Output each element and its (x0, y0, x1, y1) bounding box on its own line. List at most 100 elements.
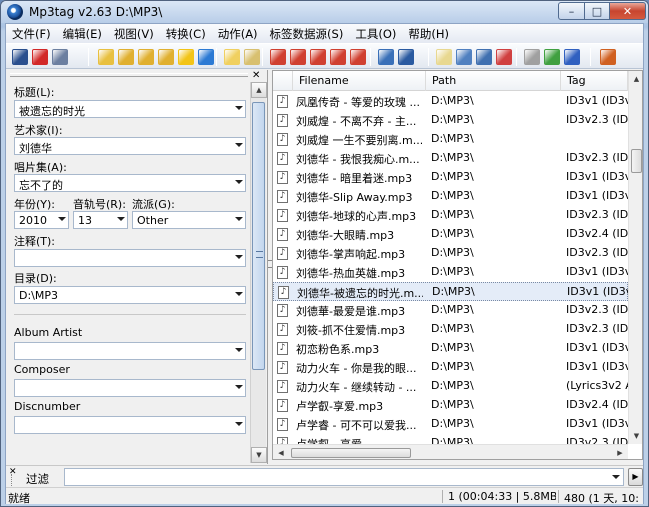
edit-icon[interactable] (436, 49, 452, 65)
file-row[interactable]: ♪ 刘德华 - 我恨我痴心.m... D:\MP3\ ID3v2.3 (ID3v (273, 149, 628, 168)
title-bar[interactable]: Mp3tag v2.63 D:\MP3\ – □ ✕ (1, 1, 648, 23)
file-row[interactable]: ♪ 卢学叡-享爱.mp3 D:\MP3\ ID3v2.4 (ID3v (273, 396, 628, 415)
file-row[interactable]: ♪ 刘筱-抓不住爱情.mp3 D:\MP3\ ID3v2.3 (ID3 (273, 320, 628, 339)
playlist-icon[interactable] (158, 49, 174, 65)
file-row[interactable]: ♪ 刘威煌 - 不离不弃 - 主... D:\MP3\ ID3v2.3 (ID3 (273, 111, 628, 130)
chevron-down-icon[interactable] (612, 475, 620, 479)
minimize-button[interactable]: – (558, 2, 585, 20)
file-row[interactable]: ♪ 刘德华-大眼睛.mp3 D:\MP3\ ID3v2.4 (ID3 (273, 225, 628, 244)
undo-icon[interactable] (52, 49, 68, 65)
scroll-thumb[interactable] (291, 448, 411, 458)
chevron-down-icon[interactable] (235, 385, 243, 389)
filter-grip[interactable] (11, 474, 14, 486)
album-artist-field[interactable] (14, 342, 246, 360)
chevron-down-icon[interactable] (235, 217, 243, 221)
apply-filter-button[interactable]: ▶ (628, 468, 643, 486)
file-row[interactable]: ♪ 刘德华-Slip Away.mp3 D:\MP3\ ID3v1 (ID3v1 (273, 187, 628, 206)
save-icon[interactable] (12, 49, 28, 65)
tag-filename-icon[interactable] (290, 49, 306, 65)
menu-edit[interactable]: 编辑(E) (57, 26, 108, 42)
tag-panel-scrollbar[interactable]: ▲ ▼ (250, 82, 267, 463)
year-field[interactable]: 2010 (14, 211, 69, 229)
column-filename[interactable]: Filename (293, 71, 426, 91)
file-row[interactable]: ♪ 刘威煌 一生不要别离.m... D:\MP3\ (273, 130, 628, 149)
text-tag-icon[interactable] (310, 49, 326, 65)
refresh-icon[interactable] (198, 49, 214, 65)
case-conversion-icon[interactable] (398, 49, 414, 65)
chevron-down-icon[interactable] (235, 255, 243, 259)
file-list-hscrollbar[interactable]: ◀ ▶ (273, 444, 628, 459)
scroll-up-icon[interactable]: ▲ (629, 71, 642, 87)
scroll-left-icon[interactable]: ◀ (273, 445, 289, 459)
remove-tag-icon[interactable] (32, 49, 48, 65)
chevron-down-icon[interactable] (58, 217, 66, 221)
file-row[interactable]: ♪ 刘德华-掌声响起.mp3 D:\MP3\ ID3v2.3 (ID3 (273, 244, 628, 263)
close-panel-icon[interactable]: ✕ (252, 70, 260, 81)
paste-tag-icon[interactable] (244, 49, 260, 65)
chevron-down-icon[interactable] (235, 180, 243, 184)
file-row[interactable]: ♪ 刘德华-被遗忘的时光.m... D:\MP3\ ID3v1 (ID3v1 (273, 282, 629, 301)
file-list-vscrollbar[interactable]: ▲ ▼ (628, 71, 642, 444)
change-directory-icon[interactable] (138, 49, 154, 65)
filename-tag-icon[interactable] (270, 49, 286, 65)
file-row[interactable]: ♪ 卢学睿 - 可不可以爱我... D:\MP3\ ID3v1 (ID3v1 (273, 415, 628, 434)
file-row[interactable]: ♪ 动力火车 - 你是我的眼... D:\MP3\ ID3v1 (ID3v1) (273, 358, 628, 377)
extended-tags-icon[interactable] (456, 49, 472, 65)
artist-field[interactable]: 刘德华 (14, 137, 246, 155)
scroll-right-icon[interactable]: ▶ (612, 445, 628, 459)
actions-icon[interactable] (378, 49, 394, 65)
menu-help[interactable]: 帮助(H) (402, 26, 455, 42)
filter-input[interactable] (64, 468, 624, 486)
discnumber-field[interactable] (14, 416, 246, 434)
scroll-up-icon[interactable]: ▲ (251, 82, 267, 98)
album-field[interactable]: 忘不了的 (14, 174, 246, 192)
menu-tag-sources[interactable]: 标签数据源(S) (264, 26, 350, 42)
scroll-down-icon[interactable]: ▼ (629, 428, 642, 444)
add-folder-icon[interactable] (118, 49, 134, 65)
menu-convert[interactable]: 转换(C) (160, 26, 212, 42)
web-source-icon[interactable] (544, 49, 560, 65)
options-icon[interactable] (600, 49, 616, 65)
file-row[interactable]: ♪ 刘德华 - 暗里着迷.mp3 D:\MP3\ ID3v1 (ID3v1 (273, 168, 628, 187)
file-row[interactable]: ♪ 刘德華-最爱是谁.mp3 D:\MP3\ ID3v2.3 (ID3 (273, 301, 628, 320)
numbering-icon[interactable] (496, 49, 512, 65)
maximize-button[interactable]: □ (584, 2, 610, 20)
directory-field[interactable]: D:\MP3 (14, 286, 246, 304)
amazon-icon[interactable] (564, 49, 580, 65)
track-field[interactable]: 13 (73, 211, 128, 229)
file-row[interactable]: ♪ 动力火车 - 继续转动 - ... D:\MP3\ (Lyrics3v2 AP (273, 377, 628, 396)
file-row[interactable]: ♪ 刘德华-地球的心声.mp3 D:\MP3\ ID3v2.3 (ID3 (273, 206, 628, 225)
scroll-thumb[interactable] (631, 149, 642, 173)
scroll-down-icon[interactable]: ▼ (251, 447, 267, 463)
genre-field[interactable]: Other (132, 211, 246, 229)
menu-view[interactable]: 视图(V) (108, 26, 160, 42)
composer-field[interactable] (14, 379, 246, 397)
chevron-down-icon[interactable] (235, 292, 243, 296)
copy-tag-icon[interactable] (224, 49, 240, 65)
column-path[interactable]: Path (426, 71, 561, 91)
tag-tag-icon[interactable] (330, 49, 346, 65)
autonumber-icon[interactable] (476, 49, 492, 65)
comment-field[interactable] (14, 249, 246, 267)
file-row[interactable]: ♪ 刘德华-热血英雄.mp3 D:\MP3\ ID3v1 (ID3v1 (273, 263, 628, 282)
chevron-down-icon[interactable] (235, 106, 243, 110)
file-row[interactable]: ♪ 凤凰传奇 - 等爱的玫瑰 ... D:\MP3\ ID3v1 (ID3v (273, 92, 628, 111)
file-row[interactable]: ♪ 初恋粉色系.mp3 D:\MP3\ ID3v1 (ID3v1 (273, 339, 628, 358)
menu-actions[interactable]: 动作(A) (212, 26, 264, 42)
menu-file[interactable]: 文件(F) (6, 26, 57, 42)
open-folder-icon[interactable] (98, 49, 114, 65)
close-window-button[interactable]: ✕ (609, 2, 646, 20)
column-tag[interactable]: Tag (561, 71, 628, 91)
panel-grip[interactable] (10, 73, 248, 77)
chevron-down-icon[interactable] (117, 217, 125, 221)
freedb-icon[interactable] (524, 49, 540, 65)
favorites-icon[interactable] (178, 49, 194, 65)
menu-tools[interactable]: 工具(O) (349, 26, 402, 42)
chevron-down-icon[interactable] (235, 143, 243, 147)
chevron-down-icon[interactable] (235, 348, 243, 352)
export-icon[interactable] (350, 49, 366, 65)
scroll-thumb[interactable] (252, 102, 265, 370)
title-field[interactable]: 被遗忘的时光 (14, 100, 246, 118)
chevron-down-icon[interactable] (235, 422, 243, 426)
icon-column-header[interactable] (273, 71, 293, 91)
